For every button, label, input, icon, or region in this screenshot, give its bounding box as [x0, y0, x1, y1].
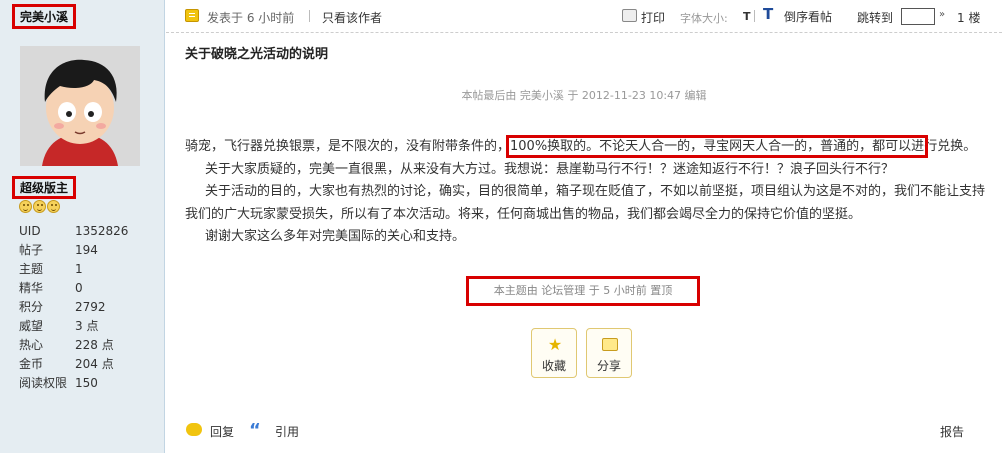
- stat-row-uid: UID 1352826: [19, 222, 159, 241]
- stat-key: 热心: [19, 338, 44, 352]
- rank-badge: 超级版主: [12, 176, 77, 199]
- stat-value: 3 点: [75, 319, 99, 333]
- stat-key: 积分: [19, 300, 44, 314]
- favorite-button[interactable]: ★ 收藏: [531, 328, 577, 378]
- sticky-notice: 本主题由 论坛管理 于 5 小时前 置顶: [466, 276, 700, 306]
- stat-key: 主题: [19, 262, 44, 276]
- post-text: 骑宠，飞行器兑换银票，是不限次的，没有附带条件的，: [185, 139, 511, 154]
- stat-key: 威望: [19, 319, 44, 333]
- stat-key: UID: [19, 224, 41, 238]
- post-title: 关于破晓之光活动的说明: [185, 47, 329, 62]
- post-footer-bar: 回复 “ 引用 报告: [166, 414, 1002, 453]
- stat-row-threads: 主题 1: [19, 260, 159, 279]
- stat-value[interactable]: 0: [75, 279, 83, 298]
- author-stats: UID 1352826 帖子 194 主题 1 精华 0 积分 2792 威望 …: [19, 222, 159, 393]
- share-label: 分享: [596, 359, 621, 373]
- divider: [309, 10, 310, 22]
- report-link[interactable]: 报告: [940, 423, 964, 440]
- stat-value: 150: [75, 376, 98, 390]
- reverse-order-link[interactable]: 倒序看帖: [784, 8, 832, 25]
- smiley-icon: [19, 200, 32, 213]
- avatar-image: [20, 46, 140, 166]
- smiley-icon: [47, 200, 60, 213]
- print-link[interactable]: 打印: [641, 9, 665, 26]
- author-username[interactable]: 完美小溪: [12, 4, 77, 29]
- jump-to-label: 跳转到: [857, 11, 894, 25]
- reply-icon[interactable]: [186, 423, 202, 436]
- smiley-icon: [33, 200, 46, 213]
- share-button[interactable]: 分享: [586, 328, 632, 378]
- stat-value[interactable]: 194: [75, 241, 98, 260]
- post-text: 行兑换。: [924, 139, 977, 154]
- divider: [754, 10, 755, 22]
- share-icon: [602, 338, 618, 351]
- stat-row-read-permission: 阅读权限 150: [19, 374, 159, 393]
- favorite-label: 收藏: [541, 359, 566, 373]
- reply-link[interactable]: 回复: [210, 423, 234, 440]
- stat-row-enthusiasm: 热心 228 点: [19, 336, 159, 355]
- font-size-label: 字体大小:: [680, 12, 728, 25]
- post-header-bar: 发表于 6 小时前 只看该作者 打印 字体大小: T T 倒序看帖 跳转到 » …: [166, 0, 1002, 33]
- quote-link[interactable]: 引用: [275, 423, 299, 440]
- printer-icon[interactable]: [622, 9, 637, 22]
- stat-value[interactable]: 1: [75, 260, 83, 279]
- stat-row-posts: 帖子 194: [19, 241, 159, 260]
- post-paragraph: 关于大家质疑的，完美一直很黑，从来没有大方过。我想说：悬崖勒马行不行！？迷途知返…: [205, 161, 895, 177]
- stat-value: 204 点: [75, 357, 114, 371]
- post-content: 骑宠，飞行器兑换银票，是不限次的，没有附带条件的，100%换取的。不论天人合一的…: [185, 135, 991, 249]
- jump-arrow-icon[interactable]: »: [939, 9, 945, 20]
- stat-key: 精华: [19, 281, 44, 295]
- post-time: 发表于 6 小时前: [207, 11, 295, 25]
- avatar[interactable]: [20, 46, 140, 166]
- post-paragraph: 骑宠，飞行器兑换银票，是不限次的，没有附带条件的，100%换取的。不论天人合一的…: [185, 135, 991, 159]
- stat-value: 2792: [75, 300, 106, 314]
- reverse-order-icon[interactable]: T: [763, 5, 773, 23]
- author-sidebar: 完美小溪 超级版主 UID 1352826 帖子 194 主题 1 精华 0 积…: [0, 0, 165, 453]
- stat-key: 阅读权限: [19, 376, 68, 390]
- rank-stars: [19, 200, 60, 213]
- stat-value[interactable]: 1352826: [75, 222, 128, 241]
- only-author-link[interactable]: 只看该作者: [322, 9, 382, 26]
- floor-number: 1 楼: [957, 11, 981, 25]
- highlighted-text: 100%换取的。不论天人合一的，寻宝网天人合一的，普通的，都可以进: [506, 135, 929, 158]
- stat-row-credits: 积分 2792: [19, 298, 159, 317]
- post-paragraph: 关于活动的目的，大家也有热烈的讨论，确实，目的很简单，箱子现在贬值了，不如以前坚…: [185, 184, 986, 222]
- jump-to-input[interactable]: [901, 8, 935, 25]
- post-icon: [185, 9, 199, 22]
- edited-note: 本帖最后由 完美小溪 于 2012-11-23 10:47 编辑: [461, 89, 707, 102]
- quote-icon[interactable]: “: [249, 420, 261, 441]
- stat-value: 228 点: [75, 338, 114, 352]
- font-size-toggle[interactable]: T: [743, 10, 751, 23]
- stat-row-gold: 金币 204 点: [19, 355, 159, 374]
- star-icon: ★: [547, 335, 563, 354]
- stat-key: 帖子: [19, 243, 44, 257]
- stat-row-digest: 精华 0: [19, 279, 159, 298]
- stat-row-prestige: 威望 3 点: [19, 317, 159, 336]
- stat-key: 金币: [19, 357, 44, 371]
- post-paragraph: 谢谢大家这么多年对完美国际的关心和支持。: [205, 229, 466, 244]
